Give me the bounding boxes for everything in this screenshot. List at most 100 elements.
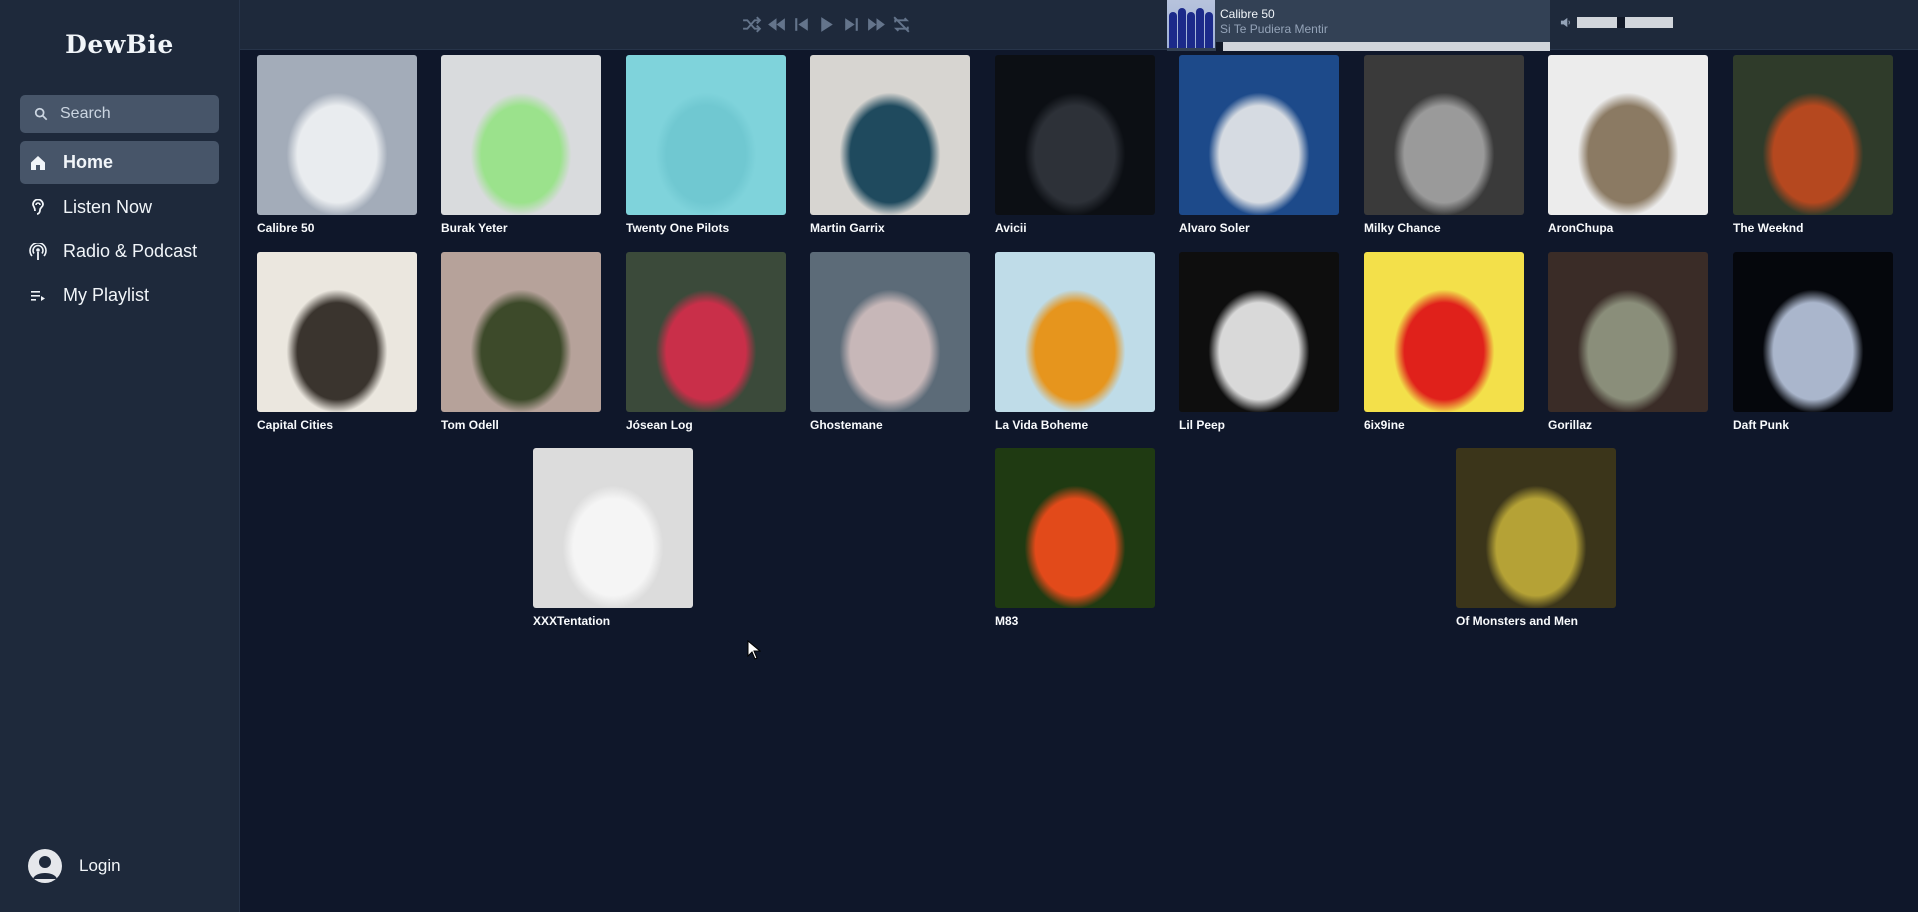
artist-card[interactable]: Tom Odell bbox=[441, 252, 601, 432]
artist-name[interactable]: Capital Cities bbox=[257, 418, 417, 432]
artist-card[interactable]: The Weeknd bbox=[1733, 55, 1893, 235]
radio-icon bbox=[29, 242, 47, 260]
play-icon[interactable] bbox=[816, 14, 837, 35]
artist-name[interactable]: La Vida Boheme bbox=[995, 418, 1155, 432]
artist-cover[interactable] bbox=[626, 55, 786, 215]
search-box[interactable] bbox=[20, 95, 219, 133]
artist-name[interactable]: 6ix9ine bbox=[1364, 418, 1524, 432]
artist-card[interactable]: Jósean Log bbox=[626, 252, 786, 432]
login-button[interactable]: Login bbox=[28, 849, 121, 883]
artist-card[interactable]: La Vida Boheme bbox=[995, 252, 1155, 432]
artist-cover[interactable] bbox=[257, 252, 417, 412]
volume-slider[interactable] bbox=[1577, 17, 1673, 28]
artist-name[interactable]: M83 bbox=[995, 614, 1155, 628]
artist-card[interactable]: AronChupa bbox=[1548, 55, 1708, 235]
artist-name[interactable]: Gorillaz bbox=[1548, 418, 1708, 432]
sidebar: DewBie Home Listen Now Radio & Podcast M… bbox=[0, 0, 240, 912]
listen-icon bbox=[32, 198, 44, 215]
volume-control bbox=[1560, 17, 1673, 28]
artist-card[interactable]: Avicii bbox=[995, 55, 1155, 235]
now-playing[interactable]: Calibre 50 Si Te Pudiera Mentir bbox=[1167, 0, 1550, 51]
artist-name[interactable]: Milky Chance bbox=[1364, 221, 1524, 235]
login-label: Login bbox=[79, 856, 121, 875]
artist-card[interactable]: Burak Yeter bbox=[441, 55, 601, 235]
artist-cover[interactable] bbox=[533, 448, 693, 608]
artist-name[interactable]: Burak Yeter bbox=[441, 221, 601, 235]
artist-cover[interactable] bbox=[995, 448, 1155, 608]
volume-slider-thumb[interactable] bbox=[1616, 17, 1625, 28]
artist-card[interactable]: Daft Punk bbox=[1733, 252, 1893, 432]
artist-cover[interactable] bbox=[995, 55, 1155, 215]
artist-name[interactable]: Daft Punk bbox=[1733, 418, 1893, 432]
nav-item-my-playlist[interactable]: My Playlist bbox=[20, 274, 219, 317]
artist-card[interactable]: Lil Peep bbox=[1179, 252, 1339, 432]
nav-item-home[interactable]: Home bbox=[20, 141, 219, 184]
artist-name[interactable]: Lil Peep bbox=[1179, 418, 1339, 432]
artist-card[interactable]: M83 bbox=[995, 448, 1155, 628]
artist-name[interactable]: AronChupa bbox=[1548, 221, 1708, 235]
artist-card[interactable]: Of Monsters and Men bbox=[1456, 448, 1616, 628]
mouse-cursor-icon bbox=[747, 640, 761, 660]
artist-card[interactable]: XXXTentation bbox=[533, 448, 693, 628]
artist-cover[interactable] bbox=[995, 252, 1155, 412]
artist-card[interactable]: Milky Chance bbox=[1364, 55, 1524, 235]
repeat-off-icon[interactable] bbox=[891, 14, 912, 35]
rewind-icon[interactable] bbox=[766, 14, 787, 35]
artist-name[interactable]: Calibre 50 bbox=[257, 221, 417, 235]
artist-cover[interactable] bbox=[1179, 252, 1339, 412]
progress-fill bbox=[1216, 42, 1223, 51]
artist-card[interactable]: Martin Garrix bbox=[810, 55, 970, 235]
artist-cover[interactable] bbox=[1548, 55, 1708, 215]
artist-name[interactable]: Martin Garrix bbox=[810, 221, 970, 235]
artist-card[interactable]: Gorillaz bbox=[1548, 252, 1708, 432]
artist-cover[interactable] bbox=[1733, 55, 1893, 215]
artist-cover[interactable] bbox=[1364, 55, 1524, 215]
artist-cover[interactable] bbox=[1456, 448, 1616, 608]
artist-card[interactable]: Capital Cities bbox=[257, 252, 417, 432]
artist-card[interactable]: Twenty One Pilots bbox=[626, 55, 786, 235]
nav-item-listen-now[interactable]: Listen Now bbox=[20, 186, 219, 229]
artist-name[interactable]: The Weeknd bbox=[1733, 221, 1893, 235]
artist-name[interactable]: Alvaro Soler bbox=[1179, 221, 1339, 235]
artist-cover[interactable] bbox=[1364, 252, 1524, 412]
artist-name[interactable]: Ghostemane bbox=[810, 418, 970, 432]
artist-cover[interactable] bbox=[257, 55, 417, 215]
nav-item-label: Listen Now bbox=[63, 197, 153, 217]
fast-forward-icon[interactable] bbox=[866, 14, 887, 35]
artist-cover[interactable] bbox=[810, 55, 970, 215]
app-logo[interactable]: DewBie bbox=[0, 30, 239, 59]
artist-cover[interactable] bbox=[1179, 55, 1339, 215]
search-icon bbox=[34, 107, 48, 121]
progress-bar[interactable] bbox=[1216, 42, 1550, 51]
playback-controls bbox=[741, 14, 912, 35]
artist-cover[interactable] bbox=[1733, 252, 1893, 412]
now-playing-artist: Calibre 50 bbox=[1220, 7, 1275, 21]
previous-icon[interactable] bbox=[791, 14, 812, 35]
volume-icon[interactable] bbox=[1560, 17, 1571, 28]
artist-cover[interactable] bbox=[441, 252, 601, 412]
artist-cover[interactable] bbox=[1548, 252, 1708, 412]
artist-name[interactable]: Avicii bbox=[995, 221, 1155, 235]
artist-cover[interactable] bbox=[441, 55, 601, 215]
artist-cover[interactable] bbox=[810, 252, 970, 412]
nav-item-radio-podcast[interactable]: Radio & Podcast bbox=[20, 230, 219, 273]
artist-cover[interactable] bbox=[626, 252, 786, 412]
now-playing-track: Si Te Pudiera Mentir bbox=[1220, 22, 1328, 36]
artist-name[interactable]: XXXTentation bbox=[533, 614, 693, 628]
nav-item-label: My Playlist bbox=[63, 285, 150, 305]
artist-name[interactable]: Jósean Log bbox=[626, 418, 786, 432]
home-icon bbox=[31, 155, 45, 170]
artist-card[interactable]: Calibre 50 bbox=[257, 55, 417, 235]
artist-name[interactable]: Twenty One Pilots bbox=[626, 221, 786, 235]
search-input[interactable] bbox=[58, 104, 212, 124]
artist-card[interactable]: Ghostemane bbox=[810, 252, 970, 432]
nav-item-label: Radio & Podcast bbox=[63, 241, 198, 261]
top-bar: Calibre 50 Si Te Pudiera Mentir bbox=[240, 0, 1918, 51]
avatar bbox=[28, 849, 62, 883]
artist-name[interactable]: Tom Odell bbox=[441, 418, 601, 432]
artist-name[interactable]: Of Monsters and Men bbox=[1456, 614, 1616, 628]
shuffle-icon[interactable] bbox=[741, 14, 762, 35]
artist-card[interactable]: Alvaro Soler bbox=[1179, 55, 1339, 235]
artist-card[interactable]: 6ix9ine bbox=[1364, 252, 1524, 432]
next-icon[interactable] bbox=[841, 14, 862, 35]
